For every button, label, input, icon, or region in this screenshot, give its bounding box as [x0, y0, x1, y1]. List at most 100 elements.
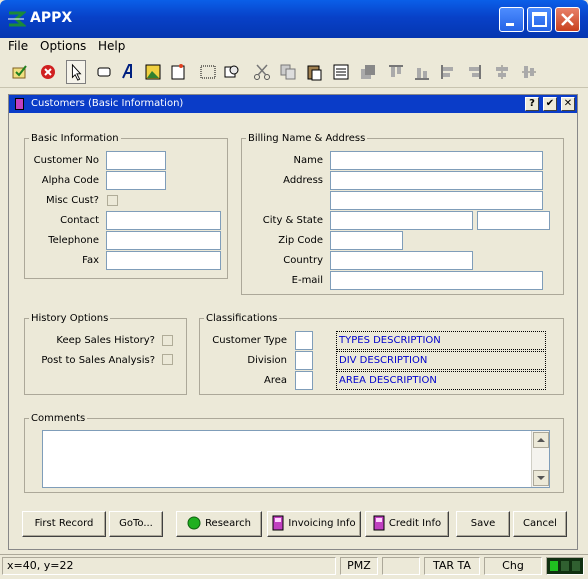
area-label: Area [263, 375, 287, 386]
pointer-icon[interactable] [66, 60, 86, 84]
maximize-icon [532, 12, 547, 27]
division-input[interactable] [295, 351, 313, 370]
cancel-button[interactable]: Cancel [513, 511, 567, 537]
post-sales-label: Post to Sales Analysis? [41, 355, 155, 366]
email-input[interactable] [330, 271, 543, 290]
window-title: APPX [30, 10, 73, 26]
city-input[interactable] [330, 211, 473, 230]
research-label: Research [205, 518, 251, 529]
dialog-icon [15, 98, 24, 110]
div-description: DIV DESCRIPTION [336, 351, 546, 370]
bring-front-icon[interactable] [358, 62, 378, 82]
customers-dialog: Customers (Basic Information) ? ✔ ✕ Basi… [8, 94, 578, 550]
research-button[interactable]: Research [176, 511, 262, 537]
name-input[interactable] [330, 151, 543, 170]
city-state-label: City & State [262, 215, 323, 226]
align-bottom-icon[interactable] [412, 62, 432, 82]
dialog-close-button[interactable]: ✕ [561, 97, 575, 111]
telephone-input[interactable] [106, 231, 221, 250]
billing-legend: Billing Name & Address [248, 133, 366, 144]
zip-code-label: Zip Code [278, 235, 323, 246]
menu-file[interactable]: File [8, 39, 28, 53]
copy-icon[interactable] [278, 62, 298, 82]
paste-icon[interactable] [304, 62, 324, 82]
close-button[interactable] [555, 7, 580, 32]
state-input[interactable] [477, 211, 550, 230]
save-check-icon[interactable] [10, 62, 30, 82]
maximize-button[interactable] [527, 7, 552, 32]
zip-code-input[interactable] [330, 231, 403, 250]
center-v-icon[interactable] [519, 62, 539, 82]
keep-sales-checkbox[interactable] [162, 335, 173, 346]
scroll-up-button[interactable] [533, 432, 549, 448]
ok-button[interactable]: ✔ [543, 97, 557, 111]
minimize-button[interactable] [499, 7, 524, 32]
address-label: Address [283, 175, 323, 186]
alpha-code-label: Alpha Code [41, 175, 99, 186]
keep-sales-label: Keep Sales History? [56, 335, 155, 346]
center-h-icon[interactable] [492, 62, 512, 82]
title-bar[interactable]: APPX [0, 0, 588, 38]
text-a-icon[interactable] [118, 62, 138, 82]
save-label: Save [470, 518, 496, 529]
invoicing-info-button[interactable]: Invoicing Info [267, 511, 361, 537]
scroll-up-icon [537, 438, 545, 442]
goto-label: GoTo... [119, 518, 153, 529]
classifications-legend: Classifications [206, 313, 278, 324]
image-icon[interactable] [143, 62, 163, 82]
align-right-icon[interactable] [464, 62, 484, 82]
status-chg: Chg [484, 557, 542, 575]
stop-icon[interactable] [38, 62, 58, 82]
address-input-1[interactable] [330, 171, 543, 190]
contact-label: Contact [60, 215, 99, 226]
status-bar: x=40, y=22 PMZ TAR TA Chg [0, 554, 588, 576]
comments-legend: Comments [31, 413, 86, 424]
cut-icon[interactable] [252, 62, 272, 82]
align-top-icon[interactable] [386, 62, 406, 82]
align-left-icon[interactable] [438, 62, 458, 82]
customer-no-input[interactable] [106, 151, 166, 170]
search-icon[interactable] [222, 62, 242, 82]
post-sales-checkbox[interactable] [162, 354, 173, 365]
address-input-2[interactable] [330, 191, 543, 210]
credit-label: Credit Info [388, 518, 442, 529]
status-blank [382, 557, 420, 575]
frame-icon[interactable] [198, 62, 218, 82]
country-input[interactable] [330, 251, 473, 270]
status-tar: TAR TA [424, 557, 480, 575]
activity-light-icon [550, 561, 580, 571]
area-description: AREA DESCRIPTION [336, 371, 546, 390]
misc-cust-checkbox[interactable] [107, 195, 118, 206]
comments-textarea[interactable] [42, 430, 550, 488]
customer-type-input[interactable] [295, 331, 313, 350]
alpha-code-input[interactable] [106, 171, 166, 190]
credit-info-button[interactable]: Credit Info [365, 511, 449, 537]
area-input[interactable] [295, 371, 313, 390]
invoicing-label: Invoicing Info [288, 518, 356, 529]
status-coords: x=40, y=22 [2, 557, 336, 575]
scroll-down-button[interactable] [533, 470, 549, 486]
menu-help[interactable]: Help [98, 39, 125, 53]
menu-options[interactable]: Options [40, 39, 86, 53]
contact-input[interactable] [106, 211, 221, 230]
status-indicator [546, 557, 584, 575]
email-label: E-mail [291, 275, 323, 286]
close-icon [561, 13, 574, 26]
help-button[interactable]: ? [525, 97, 539, 111]
comments-scrollbar[interactable] [531, 431, 549, 487]
first-record-label: First Record [34, 518, 94, 529]
new-page-icon[interactable] [168, 62, 188, 82]
rectangle-icon[interactable] [94, 62, 114, 82]
dialog-title-bar[interactable]: Customers (Basic Information) ? ✔ ✕ [9, 95, 577, 113]
fax-label: Fax [82, 255, 99, 266]
cancel-label: Cancel [523, 518, 557, 529]
fax-input[interactable] [106, 251, 221, 270]
app-icon [8, 11, 26, 27]
credit-icon [373, 515, 385, 531]
first-record-button[interactable]: First Record [22, 511, 106, 537]
list-icon[interactable] [331, 62, 351, 82]
name-label: Name [293, 155, 323, 166]
goto-button[interactable]: GoTo... [109, 511, 163, 537]
misc-cust-label: Misc Cust? [45, 195, 99, 206]
save-button[interactable]: Save [456, 511, 510, 537]
